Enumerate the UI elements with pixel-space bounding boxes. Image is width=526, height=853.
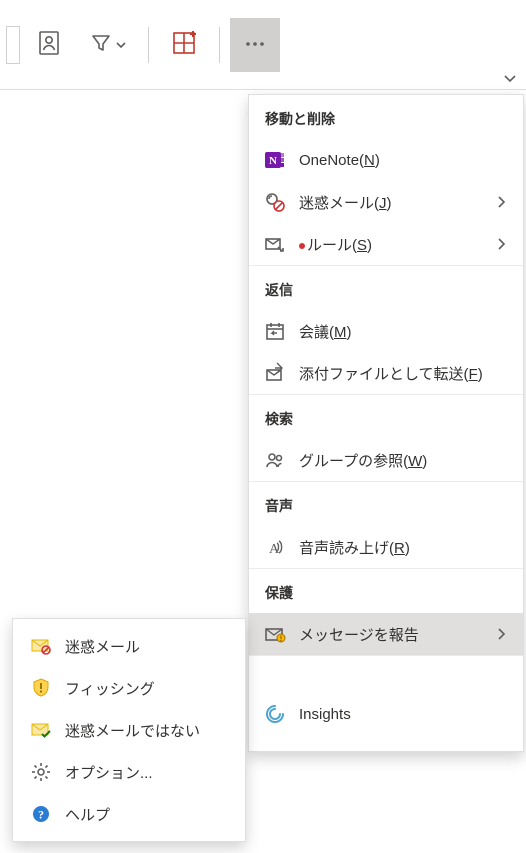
toolbar-separator — [148, 27, 149, 63]
section-header-voice: 音声 — [249, 481, 523, 526]
section-header-protect: 保護 — [249, 568, 523, 613]
menu-item-meeting[interactable]: 会議(M) — [249, 310, 523, 352]
people-group-icon — [263, 448, 287, 472]
chevron-right-icon — [495, 627, 507, 641]
ribbon-collapse-chevron[interactable] — [502, 71, 518, 85]
menu-item-browse-groups[interactable]: グループの参照(W) — [249, 439, 523, 481]
submenu-item-phishing[interactable]: フィッシング — [13, 667, 245, 709]
filter-button[interactable] — [78, 18, 138, 72]
menu-separator — [249, 655, 523, 665]
section-header-move-delete: 移動と削除 — [249, 95, 523, 139]
menu-item-label: 迷惑メール(J) — [299, 192, 483, 213]
menu-item-label: ヘルプ — [65, 804, 229, 825]
help-icon: ? — [29, 802, 53, 826]
ellipsis-icon — [242, 37, 268, 53]
gear-icon — [29, 760, 53, 784]
menu-item-read-aloud[interactable]: A 音声読み上げ(R) — [249, 526, 523, 568]
ribbon-toolbar — [0, 0, 526, 90]
submenu-item-help[interactable]: ? ヘルプ — [13, 793, 245, 835]
more-commands-button[interactable] — [230, 18, 280, 72]
menu-item-label: 迷惑メール — [65, 636, 229, 657]
address-book-icon — [37, 30, 61, 59]
calendar-reply-icon — [263, 319, 287, 343]
menu-item-label: 会議(M) — [299, 321, 507, 342]
junk-mail-icon — [263, 190, 287, 214]
menu-item-onenote[interactable]: N OneNote(N) — [249, 139, 523, 181]
menu-item-report-message[interactable]: メッセージを報告 — [249, 613, 523, 655]
read-aloud-icon: A — [263, 535, 287, 559]
menu-item-label: OneNote(N) — [299, 152, 507, 169]
menu-item-label: Insights — [299, 706, 507, 723]
junk-envelope-icon — [29, 634, 53, 658]
chevron-right-icon — [495, 237, 507, 251]
toolbar-leading-box — [6, 26, 20, 64]
menu-item-label: ルール(S) — [299, 234, 483, 255]
menu-item-label: グループの参照(W) — [299, 450, 507, 471]
svg-text:N: N — [269, 155, 277, 167]
forward-attachment-icon — [263, 361, 287, 385]
toolbar-separator — [219, 27, 220, 63]
grid-add-button[interactable] — [159, 18, 209, 72]
onenote-icon: N — [263, 148, 287, 172]
menu-item-label: メッセージを報告 — [299, 624, 483, 645]
chevron-right-icon — [495, 195, 507, 209]
submenu-item-options[interactable]: オプション... — [13, 751, 245, 793]
menu-item-label: 迷惑メールではない — [65, 720, 229, 741]
section-header-reply: 返信 — [249, 265, 523, 310]
more-commands-menu: 移動と削除 N OneNote(N) 迷惑メール(J) — [248, 94, 524, 752]
address-book-button[interactable] — [24, 18, 74, 72]
insights-icon — [263, 702, 287, 726]
section-header-search: 検索 — [249, 394, 523, 439]
menu-item-junk-mail[interactable]: 迷惑メール(J) — [249, 181, 523, 223]
submenu-item-junk[interactable]: 迷惑メール — [13, 625, 245, 667]
rules-icon — [263, 232, 287, 256]
menu-item-forward-as-attachment[interactable]: 添付ファイルとして転送(F) — [249, 352, 523, 394]
report-message-icon — [263, 622, 287, 646]
svg-text:?: ? — [38, 808, 44, 822]
filter-icon — [89, 31, 113, 58]
report-message-submenu: 迷惑メール フィッシング 迷惑メールではない — [12, 618, 246, 842]
menu-item-label: 音声読み上げ(R) — [299, 537, 507, 558]
menu-item-label: 添付ファイルとして転送(F) — [299, 363, 507, 384]
submenu-item-not-junk[interactable]: 迷惑メールではない — [13, 709, 245, 751]
chevron-down-icon — [115, 39, 127, 51]
menu-item-insights[interactable]: Insights — [249, 693, 523, 735]
phishing-shield-icon — [29, 676, 53, 700]
menu-item-rules[interactable]: ルール(S) — [249, 223, 523, 265]
menu-item-label: フィッシング — [65, 678, 229, 699]
grid-plus-icon — [171, 30, 197, 59]
not-junk-envelope-icon — [29, 718, 53, 742]
menu-item-label: オプション... — [65, 762, 229, 783]
